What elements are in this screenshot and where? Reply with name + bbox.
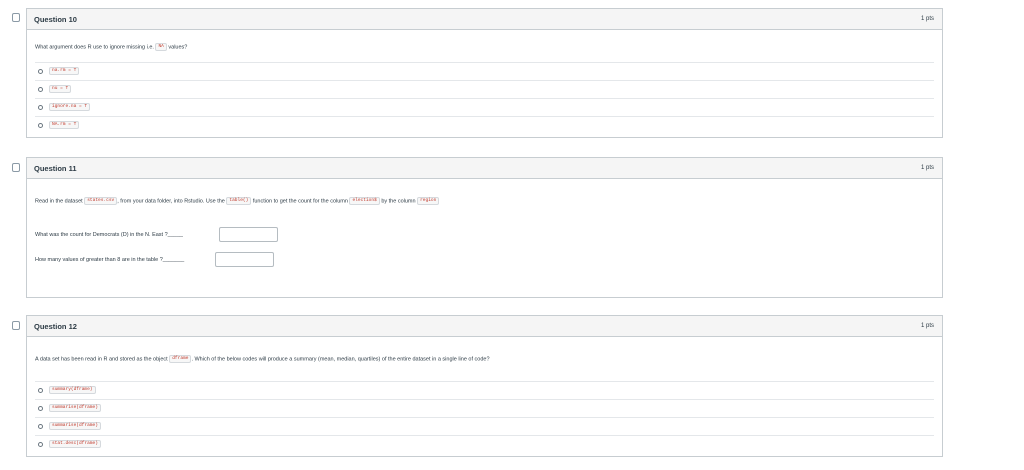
radio-button[interactable] [38, 104, 43, 110]
flag-question-icon[interactable] [12, 13, 20, 22]
question-title: Question 11 [34, 163, 77, 173]
answer-option[interactable]: ignore.na = T [35, 98, 934, 115]
answer-input-1[interactable] [219, 227, 278, 242]
answer-label: na.rm = T [49, 67, 80, 75]
question-title: Question 12 [34, 321, 77, 331]
radio-button[interactable] [38, 441, 43, 447]
question-points: 1 pts [920, 165, 934, 171]
radio-button[interactable] [38, 68, 43, 74]
question-10: Question 10 1 pts What argument does R u… [26, 8, 943, 138]
radio-button[interactable] [38, 405, 43, 411]
inline-code: states.csv [84, 197, 118, 205]
answer-option[interactable]: NA.rm = T [35, 116, 934, 133]
inline-code: NA [155, 43, 167, 51]
question-header: Question 12 1 pts [27, 316, 942, 337]
question-text: A data set has been read in R and stored… [35, 355, 490, 363]
radio-button[interactable] [38, 387, 43, 393]
question-text: Read in the dataset states.csv, from you… [35, 197, 440, 205]
answer-label: stat.desc(dframe) [49, 440, 101, 448]
inline-code: dframe [169, 355, 192, 363]
answer-label: NA.rm = T [49, 121, 80, 129]
answer-label: ignore.na = T [49, 103, 91, 111]
question-header: Question 10 1 pts [27, 9, 942, 30]
question-11: Question 11 1 pts Read in the dataset st… [26, 157, 943, 298]
radio-button[interactable] [38, 423, 43, 429]
radio-button[interactable] [38, 86, 43, 92]
answer-option[interactable]: nu = T [35, 80, 934, 97]
question-header: Question 11 1 pts [27, 158, 942, 179]
inline-code: region [417, 197, 440, 205]
answer-label: nu = T [49, 85, 72, 93]
answer-input-2[interactable] [215, 252, 274, 267]
sub-question-1: What was the count for Democrats (D) in … [35, 232, 183, 238]
question-12: Question 12 1 pts A data set has been re… [26, 315, 943, 457]
answer-option[interactable]: summary(dframe) [35, 381, 934, 398]
question-text: What argument does R use to ignore missi… [35, 43, 188, 51]
question-title: Question 10 [34, 14, 77, 24]
answer-label: summarise(dframe) [49, 404, 101, 412]
inline-code: table() [226, 197, 252, 205]
flag-question-icon[interactable] [12, 321, 20, 330]
question-points: 1 pts [920, 16, 934, 22]
sub-question-2: How many values of greater than 8 are in… [35, 257, 185, 263]
answer-label: summary(dframe) [49, 386, 96, 394]
answer-option[interactable]: na.rm = T [35, 62, 934, 79]
flag-question-icon[interactable] [12, 163, 20, 172]
answer-option[interactable]: summarise(dframe) [35, 399, 934, 416]
question-points: 1 pts [920, 323, 934, 329]
answer-option[interactable]: stat.desc(dframe) [35, 435, 934, 452]
answer-option[interactable]: summarise(dframe) [35, 417, 934, 434]
radio-button[interactable] [38, 122, 43, 128]
inline-code: election$ [349, 197, 380, 205]
answer-label: summarise(dframe) [49, 422, 101, 430]
